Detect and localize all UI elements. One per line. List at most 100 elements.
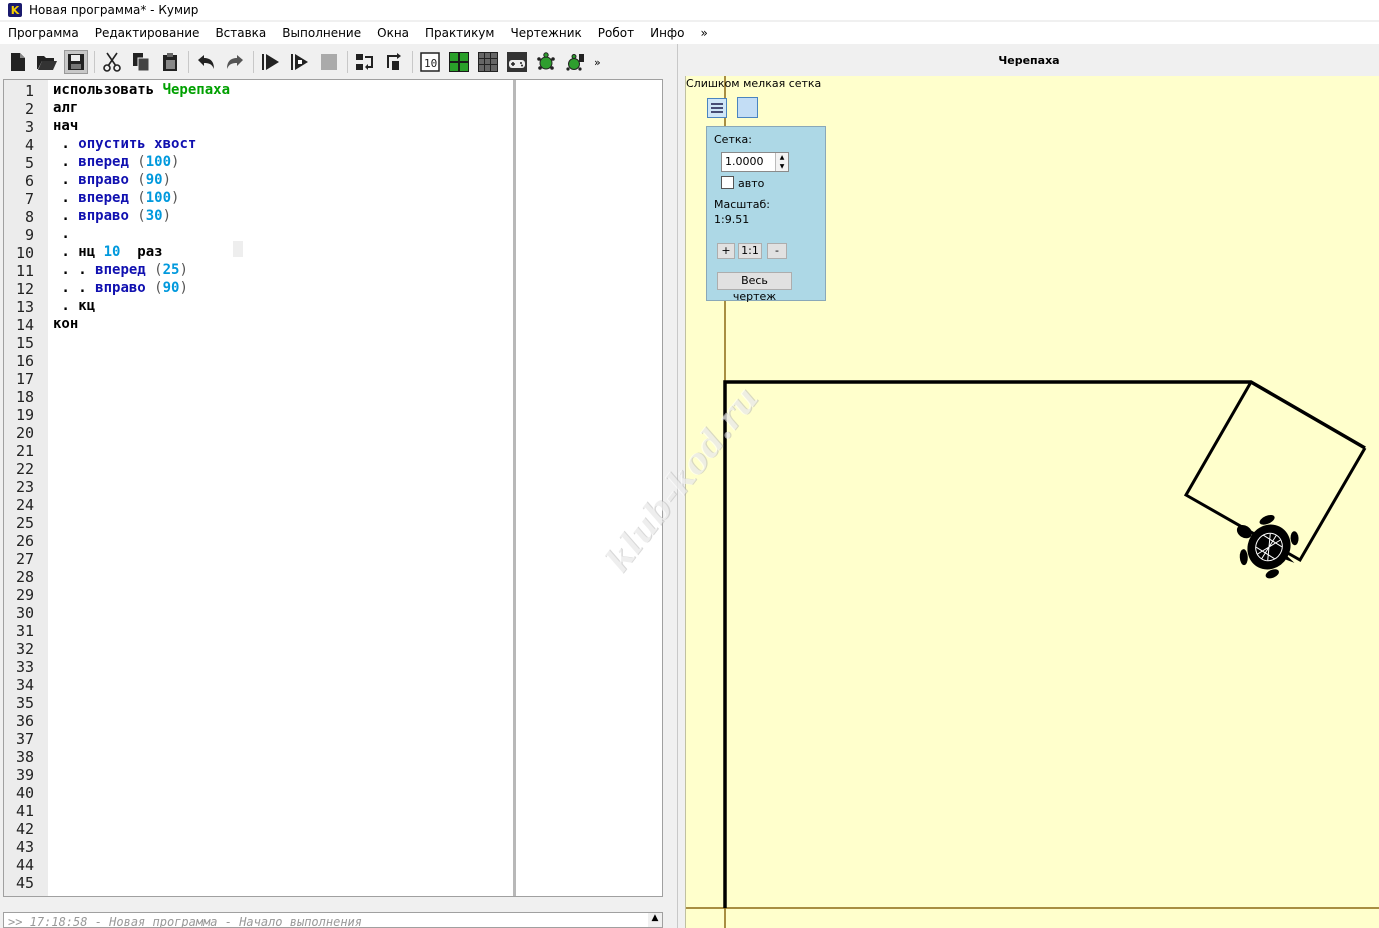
code-line[interactable]: .	[53, 226, 70, 242]
code-token: 90	[145, 172, 163, 188]
code-line[interactable]: . нц 10 раз	[53, 244, 162, 260]
code-token: . кц	[53, 298, 96, 314]
stop-icon[interactable]	[317, 50, 341, 74]
code-token: . .	[53, 280, 96, 296]
counter-icon[interactable]: 10	[418, 50, 442, 74]
menu-program[interactable]: Программа	[0, 26, 87, 40]
code-token: кон	[53, 316, 79, 332]
menu-practicum[interactable]: Практикум	[417, 26, 502, 40]
step-out-icon[interactable]	[382, 50, 406, 74]
code-token: .	[53, 208, 79, 224]
undo-icon[interactable]	[194, 50, 218, 74]
toolbar-separator	[412, 51, 413, 73]
grid-green-icon[interactable]	[447, 50, 471, 74]
zoom-in-button[interactable]: +	[717, 243, 735, 259]
code-line[interactable]: . вперед (100)	[53, 190, 179, 206]
line-number: 36	[15, 712, 34, 730]
scale-label: Масштаб:	[714, 198, 770, 211]
pane-splitter[interactable]	[666, 44, 676, 928]
step-into-icon[interactable]	[353, 50, 377, 74]
copy-icon[interactable]	[129, 50, 153, 74]
turtle-icon[interactable]	[534, 50, 558, 74]
main-toolbar: 10 »	[0, 47, 665, 77]
code-line[interactable]: . вправо (90)	[53, 172, 171, 188]
code-line[interactable]: . . вправо (90)	[53, 280, 187, 296]
panel-toggle-button[interactable]	[737, 97, 758, 118]
code-line[interactable]: . . вперед (25)	[53, 262, 187, 278]
title-bar: K Новая программа* - Кумир	[0, 0, 1379, 20]
editor-margin-divider[interactable]	[513, 80, 516, 896]
menu-robot[interactable]: Робот	[590, 26, 642, 40]
code-editor[interactable]: 1 2 3 4 5 6 7 8 9 10 11 12 13 14 15 16 17 18 19 20 21 22 23 24 2…	[3, 79, 663, 897]
code-token: .	[53, 226, 70, 242]
code-token: вправо	[78, 172, 129, 188]
menu-more[interactable]: »	[693, 26, 716, 40]
cut-icon[interactable]	[100, 50, 124, 74]
code-line[interactable]: использовать Черепаха	[53, 82, 230, 98]
line-number: 42	[15, 820, 34, 838]
grid-dark-icon[interactable]	[476, 50, 500, 74]
line-number: 34	[15, 676, 34, 694]
code-line[interactable]: . вправо (30)	[53, 208, 171, 224]
code-line[interactable]: . вперед (100)	[53, 154, 179, 170]
code-token: 10	[103, 244, 121, 260]
code-line[interactable]: кон	[53, 316, 78, 332]
code-token: 25	[162, 262, 180, 278]
toolbar-more-button[interactable]: »	[594, 56, 601, 69]
code-token: .	[53, 154, 79, 170]
save-icon[interactable]	[64, 50, 88, 74]
open-folder-icon[interactable]	[35, 50, 59, 74]
menu-bar: Программа Редактирование Вставка Выполне…	[0, 22, 1379, 44]
code-token: )	[162, 208, 172, 224]
run-icon[interactable]	[259, 50, 283, 74]
redo-icon[interactable]	[223, 50, 247, 74]
paste-icon[interactable]	[158, 50, 182, 74]
auto-checkbox[interactable]	[721, 176, 734, 189]
code-line[interactable]: нач	[53, 118, 78, 134]
line-number: 38	[15, 748, 34, 766]
robot-turtle-icon[interactable]	[563, 50, 587, 74]
line-number: 32	[15, 640, 34, 658]
line-number: 2	[24, 100, 34, 118]
menu-edit[interactable]: Редактирование	[87, 26, 208, 40]
line-number: 24	[15, 496, 34, 514]
code-token: алг	[53, 100, 79, 116]
fit-all-button[interactable]: Весь чертеж	[717, 272, 792, 303]
code-token: 30	[145, 208, 163, 224]
new-file-icon[interactable]	[6, 50, 30, 74]
code-token: )	[171, 190, 180, 206]
line-number: 8	[24, 208, 34, 226]
menu-windows[interactable]: Окна	[369, 26, 417, 40]
toolbar-separator	[253, 51, 254, 73]
menu-run[interactable]: Выполнение	[274, 26, 369, 40]
menu-insert[interactable]: Вставка	[207, 26, 274, 40]
spin-arrows-icon[interactable]: ▲ ▼	[775, 153, 788, 171]
line-number: 11	[15, 262, 34, 280]
panel-menu-icon[interactable]	[707, 98, 727, 118]
code-token: )	[171, 154, 180, 170]
grid-step-spinbox[interactable]: 1.0000 ▲ ▼	[721, 152, 789, 172]
code-line[interactable]: алг	[53, 100, 78, 116]
grid-settings-panel: Сетка: 1.0000 ▲ ▼ авто Масштаб: 1:9.51 + …	[706, 126, 826, 303]
line-number-gutter: 1 2 3 4 5 6 7 8 9 10 11 12 13 14 15 16 17 18 19 20 21 22 23 24 2…	[4, 80, 48, 896]
code-token: )	[162, 172, 172, 188]
console-scroll-up-icon[interactable]: ▲	[648, 913, 662, 927]
turtle-canvas[interactable]: Слишком мелкая сетка Сетка: 1.0000 ▲ ▼ ав…	[685, 76, 1379, 928]
line-number: 12	[15, 280, 34, 298]
step-run-icon[interactable]	[288, 50, 312, 74]
line-number: 35	[15, 694, 34, 712]
line-number: 18	[15, 388, 34, 406]
menu-drawer[interactable]: Чертежник	[502, 26, 589, 40]
console-line: >> 17:18:58 - Новая программа - Начало в…	[8, 915, 363, 928]
zoom-reset-button[interactable]: 1:1	[738, 243, 762, 259]
menu-info[interactable]: Инфо	[642, 26, 692, 40]
gamepad-icon[interactable]	[505, 50, 529, 74]
code-token: 90	[162, 280, 180, 296]
line-number: 1	[24, 82, 34, 100]
turtle-panel-title: Черепаха	[998, 53, 1060, 67]
zoom-out-button[interactable]: -	[767, 243, 787, 259]
output-console[interactable]: >> 17:18:58 - Новая программа - Начало в…	[3, 912, 663, 928]
code-token: опустить хвост	[78, 136, 197, 152]
code-line[interactable]: . опустить хвост	[53, 136, 196, 152]
code-line[interactable]: . кц	[53, 298, 95, 314]
